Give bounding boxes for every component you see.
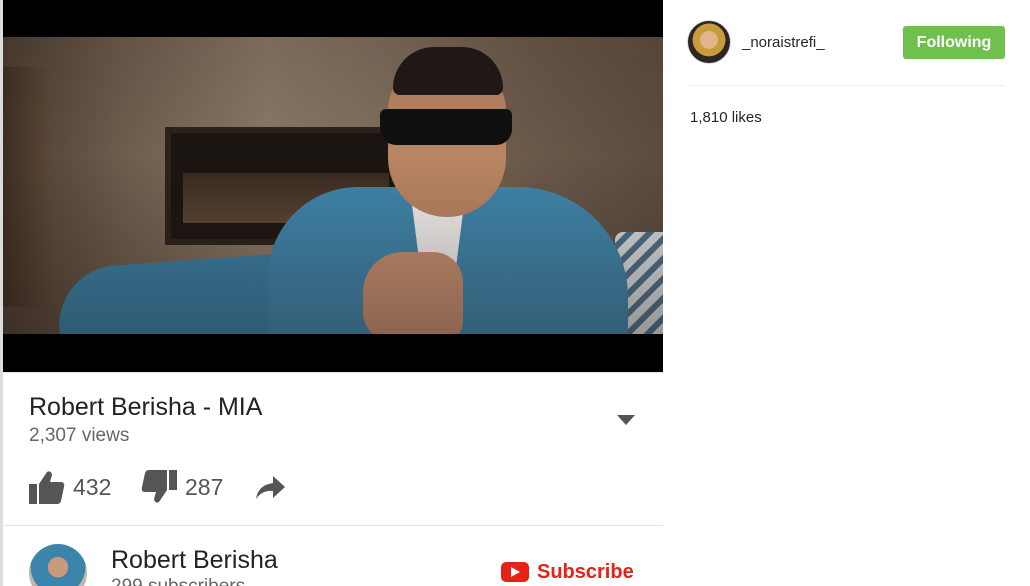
subscribe-label: Subscribe [537,560,634,583]
video-actions: 432 287 [29,469,329,505]
youtube-logo-icon [501,562,529,582]
thumbs-down-icon [141,470,177,503]
thumbs-up-icon [29,471,65,504]
video-info: Robert Berisha - MIA 2,307 views 432 287 [3,372,663,586]
channel-name[interactable]: Robert Berisha [111,546,278,575]
video-frame [3,37,663,334]
likes-count[interactable]: 1,810 likes [690,109,762,126]
share-button[interactable] [255,469,285,505]
video-player[interactable] [3,0,663,372]
channel-row: Robert Berisha 299 subscribers Subscribe [3,526,663,586]
post-sidebar: _noraistrefi_ Following 1,810 likes [663,0,1030,586]
like-count: 432 [73,473,112,500]
post-media: Robert Berisha - MIA 2,307 views 432 287 [3,0,663,586]
expand-description-icon[interactable] [617,415,635,425]
like-button[interactable]: 432 [29,469,111,505]
view-count: 2,307 views [29,425,130,446]
header-divider [687,85,1005,86]
subscriber-count: 299 subscribers [111,576,245,586]
subscribe-button[interactable]: Subscribe [501,559,634,585]
following-button[interactable]: Following [903,26,1005,59]
video-title: Robert Berisha - MIA [29,393,263,421]
channel-avatar[interactable] [29,544,87,586]
dislike-button[interactable]: 287 [141,469,223,505]
dislike-count: 287 [185,473,224,500]
post-header: _noraistrefi_ Following [663,0,1030,86]
username-link[interactable]: _noraistrefi_ [742,34,825,51]
user-avatar[interactable] [687,20,731,64]
share-icon [256,476,285,499]
